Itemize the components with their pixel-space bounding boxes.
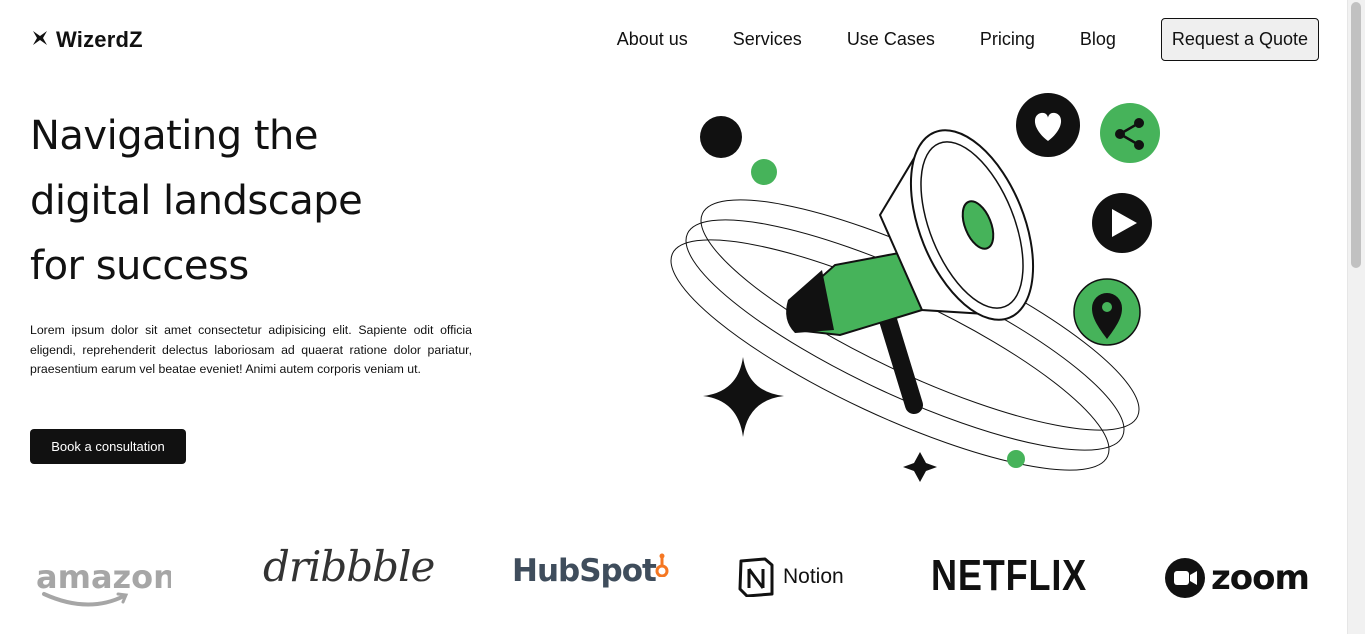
nav-pricing[interactable]: Pricing	[980, 29, 1035, 50]
netflix-logo: NETFLIX	[931, 554, 1121, 598]
hubspot-wordmark: HubSpot	[512, 553, 657, 589]
netflix-wordmark: NETFLIX	[931, 551, 1088, 600]
nav-services[interactable]: Services	[733, 29, 802, 50]
page-scrollbar[interactable]	[1347, 0, 1365, 634]
share-icon	[1100, 103, 1160, 163]
notion-wordmark: Notion	[783, 565, 844, 588]
partner-logos: amazon dribbble HubSpot Notion NETFLIX z…	[0, 540, 1348, 620]
hero-title-line: digital landscape	[30, 178, 363, 224]
heart-icon	[1016, 93, 1080, 157]
book-consultation-button[interactable]: Book a consultation	[30, 429, 186, 464]
request-quote-button[interactable]: Request a Quote	[1160, 18, 1319, 61]
dribbble-wordmark: dribbble	[263, 542, 435, 591]
scrollbar-thumb[interactable]	[1351, 2, 1361, 268]
brand-name: WizerdZ	[56, 27, 143, 52]
zoom-wordmark: zoom	[1211, 558, 1310, 598]
megaphone-icon	[786, 129, 1035, 414]
amazon-logo: amazon	[36, 552, 171, 608]
brand-logo[interactable]: WizerdZ	[32, 27, 143, 53]
black-dot	[700, 116, 742, 158]
amazon-wordmark: amazon	[36, 558, 171, 596]
hero-title-line: for success	[30, 243, 249, 289]
hero-title: Navigating the digital landscape for suc…	[30, 104, 490, 299]
hero-illustration	[660, 85, 1180, 505]
location-pin-icon	[1073, 278, 1141, 346]
four-point-star-icon	[703, 357, 784, 437]
notion-logo: Notion	[737, 557, 844, 597]
hero-title-line: Navigating the	[30, 113, 319, 159]
green-dot	[751, 159, 777, 185]
main-nav: About us Services Use Cases Pricing Blog…	[617, 18, 1319, 61]
hubspot-logo: HubSpot	[512, 553, 670, 589]
site-header: WizerdZ About us Services Use Cases Pric…	[0, 0, 1348, 80]
bowtie-star-icon	[32, 30, 48, 51]
nav-use-cases[interactable]: Use Cases	[847, 29, 935, 50]
dribbble-logo: dribbble	[263, 542, 435, 591]
play-icon	[1092, 193, 1152, 253]
nav-about-us[interactable]: About us	[617, 29, 688, 50]
small-star-icon	[903, 452, 937, 482]
hero-description: Lorem ipsum dolor sit amet consectetur a…	[30, 323, 472, 376]
zoom-logo: zoom	[1165, 558, 1310, 598]
nav-blog[interactable]: Blog	[1080, 29, 1116, 50]
small-green-dot	[1007, 450, 1025, 468]
